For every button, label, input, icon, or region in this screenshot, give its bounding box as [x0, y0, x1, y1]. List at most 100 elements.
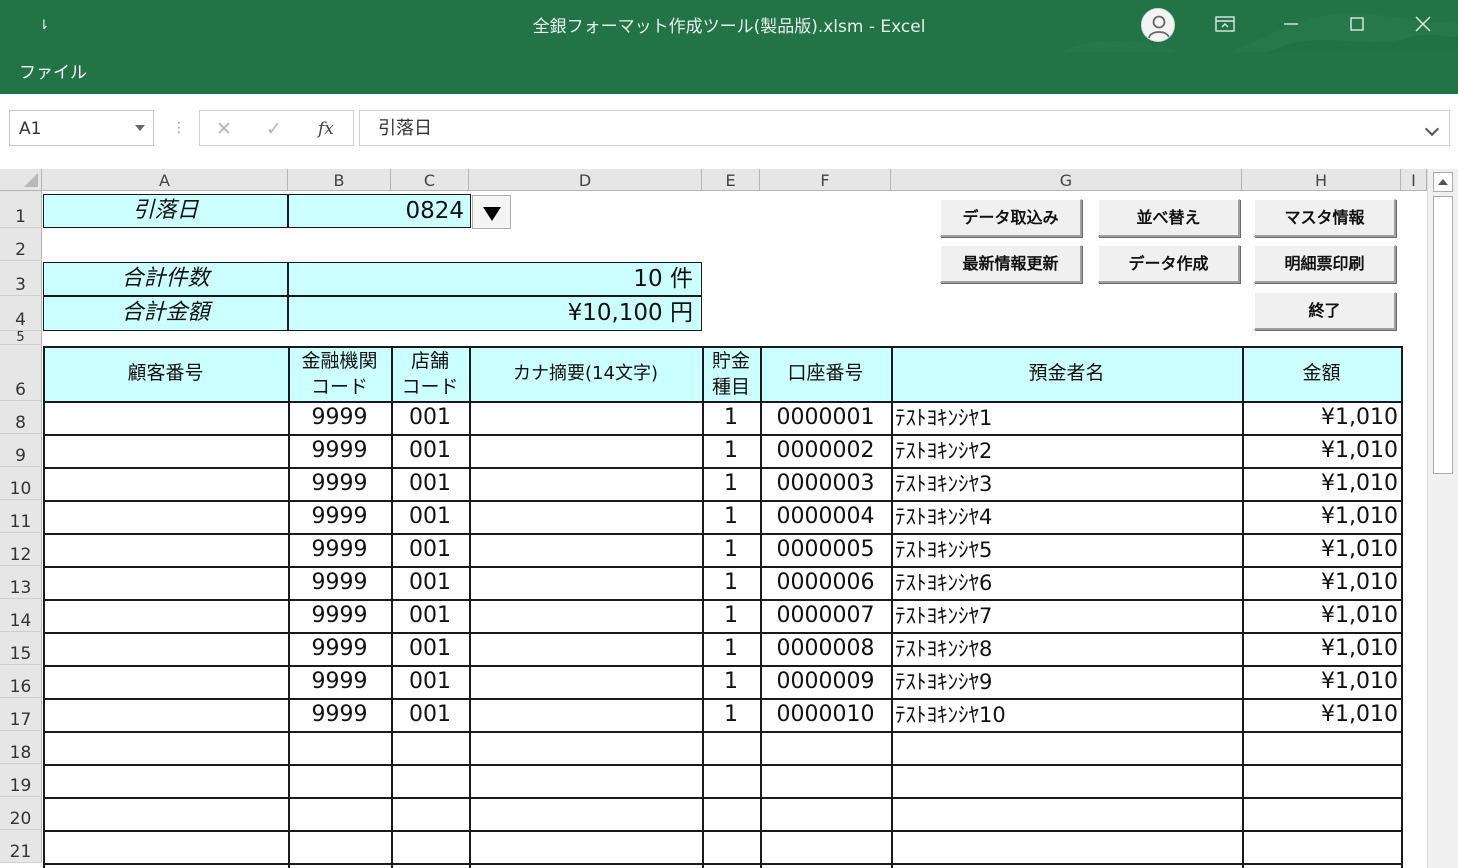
row-header[interactable]: 20 [0, 797, 42, 830]
master-info-button[interactable]: マスタ情報 [1254, 199, 1396, 237]
sort-button[interactable]: 並べ替え [1098, 199, 1240, 237]
row-header[interactable]: 11 [0, 500, 42, 533]
cell-bank-code[interactable]: 9999 [288, 633, 391, 666]
cell-account-no[interactable]: 0000008 [760, 633, 891, 666]
cell-branch-code[interactable]: 001 [391, 699, 469, 732]
cell-customer-no[interactable] [43, 567, 288, 600]
cell-bank-code[interactable]: 9999 [288, 435, 391, 468]
cell-amount[interactable]: ¥1,010 [1242, 534, 1401, 567]
cell-account-no[interactable]: 0000002 [760, 435, 891, 468]
cell-kana-memo[interactable] [469, 534, 702, 567]
cell-holder-name[interactable]: ﾃｽﾄﾖｷﾝｼﾔ1 [891, 402, 1242, 435]
cell-kana-memo[interactable] [469, 699, 702, 732]
column-header-a[interactable]: A [42, 169, 288, 191]
cell-bank-code[interactable]: 9999 [288, 468, 391, 501]
row-header[interactable]: 3 [0, 261, 42, 296]
insert-function-icon[interactable]: fx [318, 111, 334, 147]
cancel-icon[interactable]: ✕ [216, 111, 232, 147]
cell-amount[interactable]: ¥1,010 [1242, 501, 1401, 534]
cell-bank-code[interactable]: 9999 [288, 666, 391, 699]
row-header[interactable]: 8 [0, 401, 42, 434]
account-avatar-icon[interactable] [1141, 8, 1175, 42]
cell-account-no[interactable]: 0000001 [760, 402, 891, 435]
cell-holder-name[interactable]: ﾃｽﾄﾖｷﾝｼﾔ5 [891, 534, 1242, 567]
cell-branch-code[interactable]: 001 [391, 666, 469, 699]
cell-branch-code[interactable]: 001 [391, 534, 469, 567]
cell-bank-code[interactable]: 9999 [288, 534, 391, 567]
cell-account-no[interactable]: 0000009 [760, 666, 891, 699]
row-header[interactable]: 21 [0, 830, 42, 863]
cell-branch-code[interactable]: 001 [391, 435, 469, 468]
cell-amount[interactable]: ¥1,010 [1242, 699, 1401, 732]
cell-account-no[interactable]: 0000006 [760, 567, 891, 600]
cell-amount[interactable]: ¥1,010 [1242, 567, 1401, 600]
row-header[interactable]: 9 [0, 434, 42, 467]
name-box[interactable]: A1 [9, 110, 154, 146]
cell-holder-name[interactable]: ﾃｽﾄﾖｷﾝｼﾔ6 [891, 567, 1242, 600]
cell-deposit-type[interactable]: 1 [702, 468, 760, 501]
cell-account-no[interactable]: 0000010 [760, 699, 891, 732]
cell-holder-name[interactable]: ﾃｽﾄﾖｷﾝｼﾔ4 [891, 501, 1242, 534]
debit-date-value[interactable]: 0824 [288, 194, 471, 228]
cell-holder-name[interactable]: ﾃｽﾄﾖｷﾝｼﾔ8 [891, 633, 1242, 666]
column-header-d[interactable]: D [469, 169, 702, 191]
row-header[interactable]: 15 [0, 632, 42, 665]
row-header[interactable]: 5 [0, 331, 42, 345]
cell-holder-name[interactable]: ﾃｽﾄﾖｷﾝｼﾔ7 [891, 600, 1242, 633]
cell-holder-name[interactable]: ﾃｽﾄﾖｷﾝｼﾔ3 [891, 468, 1242, 501]
row-header[interactable]: 12 [0, 533, 42, 566]
cell-branch-code[interactable]: 001 [391, 468, 469, 501]
cell-amount[interactable]: ¥1,010 [1242, 600, 1401, 633]
cell-amount[interactable]: ¥1,010 [1242, 435, 1401, 468]
cell-kana-memo[interactable] [469, 567, 702, 600]
cell-customer-no[interactable] [43, 666, 288, 699]
column-header-c[interactable]: C [391, 169, 469, 191]
cell-kana-memo[interactable] [469, 666, 702, 699]
cell-amount[interactable]: ¥1,010 [1242, 633, 1401, 666]
cell-deposit-type[interactable]: 1 [702, 699, 760, 732]
cell-branch-code[interactable]: 001 [391, 600, 469, 633]
row-header[interactable]: 6 [0, 345, 42, 401]
cell-kana-memo[interactable] [469, 468, 702, 501]
cell-bank-code[interactable]: 9999 [288, 567, 391, 600]
cell-holder-name[interactable]: ﾃｽﾄﾖｷﾝｼﾔ9 [891, 666, 1242, 699]
row-header[interactable]: 13 [0, 566, 42, 599]
vertical-scrollbar[interactable] [1427, 169, 1458, 868]
cell-bank-code[interactable]: 9999 [288, 501, 391, 534]
row-header[interactable]: 10 [0, 467, 42, 500]
column-header-g[interactable]: G [891, 169, 1242, 191]
scrollbar-thumb[interactable] [1433, 196, 1453, 474]
print-statement-button[interactable]: 明細票印刷 [1254, 245, 1396, 283]
cell-customer-no[interactable] [43, 501, 288, 534]
expand-formula-bar-icon[interactable] [1424, 121, 1440, 137]
ribbon-display-options-icon[interactable] [1203, 6, 1247, 42]
cell-deposit-type[interactable]: 1 [702, 435, 760, 468]
enter-icon[interactable]: ✓ [266, 111, 282, 147]
cell-deposit-type[interactable]: 1 [702, 534, 760, 567]
exit-button[interactable]: 終了 [1254, 292, 1396, 330]
column-header-b[interactable]: B [288, 169, 391, 191]
cell-customer-no[interactable] [43, 534, 288, 567]
cell-account-no[interactable]: 0000007 [760, 600, 891, 633]
cell-account-no[interactable]: 0000005 [760, 534, 891, 567]
import-data-button[interactable]: データ取込み [940, 199, 1082, 237]
cell-account-no[interactable]: 0000004 [760, 501, 891, 534]
column-header-i[interactable]: I [1401, 169, 1427, 191]
cell-customer-no[interactable] [43, 402, 288, 435]
row-header[interactable]: 14 [0, 599, 42, 632]
cell-holder-name[interactable]: ﾃｽﾄﾖｷﾝｼﾔ10 [891, 699, 1242, 732]
debit-date-dropdown[interactable] [472, 195, 511, 229]
cell-branch-code[interactable]: 001 [391, 633, 469, 666]
row-header[interactable]: 19 [0, 764, 42, 797]
cell-kana-memo[interactable] [469, 600, 702, 633]
scroll-up-button[interactable] [1433, 172, 1453, 192]
row-header[interactable]: 17 [0, 698, 42, 731]
cell-kana-memo[interactable] [469, 501, 702, 534]
cell-amount[interactable]: ¥1,010 [1242, 402, 1401, 435]
cell-deposit-type[interactable]: 1 [702, 501, 760, 534]
cell-customer-no[interactable] [43, 633, 288, 666]
refresh-info-button[interactable]: 最新情報更新 [940, 245, 1082, 283]
cell-branch-code[interactable]: 001 [391, 501, 469, 534]
cell-customer-no[interactable] [43, 435, 288, 468]
cell-bank-code[interactable]: 9999 [288, 402, 391, 435]
